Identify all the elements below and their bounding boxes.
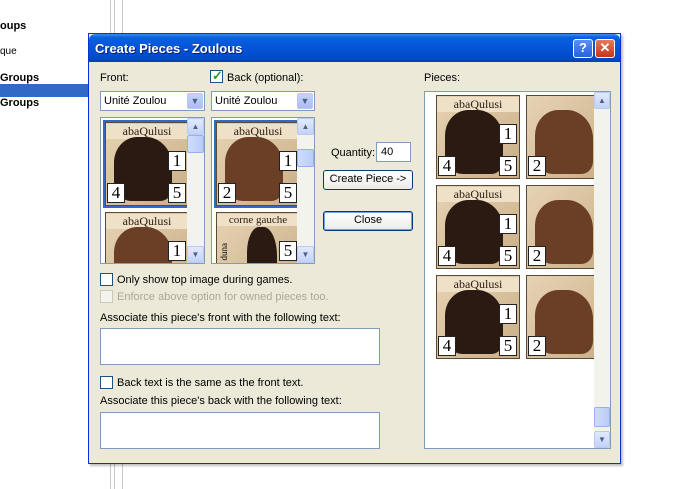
piece-stat: 5 bbox=[499, 246, 517, 266]
front-list-scrollbar[interactable]: ▲ ▼ bbox=[187, 118, 204, 263]
bg-item-groups-3[interactable]: Groups bbox=[0, 97, 39, 109]
back-image-set-select[interactable]: Unité Zoulou ▼ bbox=[211, 91, 315, 111]
front-list-item[interactable]: abaQulusi 1 bbox=[105, 212, 189, 263]
close-button[interactable]: Close bbox=[323, 211, 413, 231]
front-text-field[interactable] bbox=[100, 328, 380, 365]
front-list-item[interactable]: abaQulusi 1 4 5 bbox=[103, 120, 191, 208]
enforce-label: Enforce above option for owned pieces to… bbox=[117, 291, 329, 303]
front-text-label: Associate this piece's front with the fo… bbox=[100, 312, 341, 324]
piece-stat: 4 bbox=[107, 183, 125, 203]
scroll-up-icon[interactable]: ▲ bbox=[187, 118, 204, 135]
back-same-label: Back text is the same as the front text. bbox=[117, 377, 304, 389]
quantity-value: 40 bbox=[381, 146, 394, 158]
scroll-thumb[interactable] bbox=[594, 407, 610, 427]
front-combo-value: Unité Zoulou bbox=[104, 95, 167, 107]
create-pieces-dialog: Create Pieces - Zoulous ? ✕ Front: ✓ Bac… bbox=[88, 33, 621, 464]
piece-stat: 1 bbox=[168, 151, 186, 171]
piece-name: corne gauche bbox=[217, 214, 299, 226]
enforce-checkbox[interactable] bbox=[100, 290, 113, 303]
help-button[interactable]: ? bbox=[573, 39, 593, 58]
scroll-down-icon[interactable]: ▼ bbox=[297, 246, 314, 263]
bg-item-groups-1[interactable]: oups bbox=[0, 20, 26, 32]
piece-stat: 5 bbox=[279, 241, 297, 261]
piece-stat: 4 bbox=[438, 156, 456, 176]
only-show-top-checkbox[interactable] bbox=[100, 273, 113, 286]
pieces-label: Pieces: bbox=[424, 72, 461, 84]
scroll-thumb[interactable] bbox=[187, 135, 204, 153]
piece-stat: 1 bbox=[499, 304, 517, 324]
chevron-down-icon[interactable]: ▼ bbox=[297, 93, 313, 109]
back-list-item[interactable]: abaQulusi 1 2 5 bbox=[214, 120, 302, 208]
piece-stat: 1 bbox=[279, 151, 297, 171]
piece-stat: 4 bbox=[438, 336, 456, 356]
quantity-input[interactable]: 40 bbox=[376, 142, 411, 162]
create-piece-button[interactable]: Create Piece -> bbox=[323, 170, 413, 190]
piece-stat: 2 bbox=[528, 336, 546, 356]
piece-stat: 2 bbox=[528, 246, 546, 266]
back-text-field[interactable] bbox=[100, 412, 380, 449]
back-text-label: Associate this piece's back with the fol… bbox=[100, 395, 342, 407]
back-same-checkbox[interactable] bbox=[100, 376, 113, 389]
scroll-down-icon[interactable]: ▼ bbox=[594, 431, 610, 448]
pieces-list[interactable]: abaQulusi 1 4 5 2 abaQulusi 1 4 5 2 abaQ… bbox=[424, 91, 611, 449]
piece-stat: 5 bbox=[499, 156, 517, 176]
piece-stat: 1 bbox=[499, 214, 517, 234]
back-optional-checkbox[interactable]: ✓ bbox=[210, 68, 223, 83]
back-list-item[interactable]: corne gauche duna 5 bbox=[216, 212, 300, 263]
scroll-up-icon[interactable]: ▲ bbox=[594, 92, 610, 109]
quantity-label: Quantity: bbox=[331, 147, 376, 159]
scroll-up-icon[interactable]: ▲ bbox=[297, 118, 314, 135]
scroll-down-icon[interactable]: ▼ bbox=[187, 246, 204, 263]
piece-stat: 1 bbox=[499, 124, 517, 144]
close-window-button[interactable]: ✕ bbox=[595, 39, 615, 58]
chevron-down-icon[interactable]: ▼ bbox=[187, 93, 203, 109]
warrior-figure bbox=[114, 227, 172, 263]
bg-selection-bar bbox=[0, 84, 88, 97]
front-label: Front: bbox=[100, 72, 129, 84]
front-image-set-select[interactable]: Unité Zoulou ▼ bbox=[100, 91, 205, 111]
back-combo-value: Unité Zoulou bbox=[215, 95, 278, 107]
bg-item-groups-2[interactable]: Groups bbox=[0, 72, 39, 84]
back-label: Back (optional): bbox=[227, 72, 304, 84]
piece-tile[interactable]: abaQulusi 1 4 5 bbox=[436, 275, 520, 359]
back-image-list[interactable]: abaQulusi 1 2 5 corne gauche duna 5 ▲ ▼ bbox=[211, 117, 315, 264]
back-list-scrollbar[interactable]: ▲ ▼ bbox=[297, 118, 314, 263]
piece-stat: 2 bbox=[528, 156, 546, 176]
piece-stat: 1 bbox=[168, 241, 186, 261]
bg-item-que[interactable]: que bbox=[0, 46, 17, 57]
piece-stat: 2 bbox=[218, 183, 236, 203]
piece-tile[interactable]: abaQulusi 1 4 5 bbox=[436, 95, 520, 179]
scroll-thumb[interactable] bbox=[297, 149, 314, 167]
piece-stat: 5 bbox=[279, 183, 297, 203]
piece-side-text: duna bbox=[219, 243, 229, 261]
warrior-figure bbox=[247, 227, 277, 263]
piece-stat: 5 bbox=[499, 336, 517, 356]
front-image-list[interactable]: abaQulusi 1 4 5 abaQulusi 1 ▲ ▼ bbox=[100, 117, 205, 264]
checkmark-icon: ✓ bbox=[212, 68, 223, 83]
piece-stat: 4 bbox=[438, 246, 456, 266]
dialog-title: Create Pieces - Zoulous bbox=[95, 41, 243, 56]
only-show-top-label: Only show top image during games. bbox=[117, 274, 293, 286]
pieces-scrollbar[interactable]: ▲ ▼ bbox=[594, 92, 610, 448]
piece-stat: 5 bbox=[168, 183, 186, 203]
piece-tile[interactable]: abaQulusi 1 4 5 bbox=[436, 185, 520, 269]
title-bar[interactable]: Create Pieces - Zoulous ? ✕ bbox=[89, 34, 620, 62]
